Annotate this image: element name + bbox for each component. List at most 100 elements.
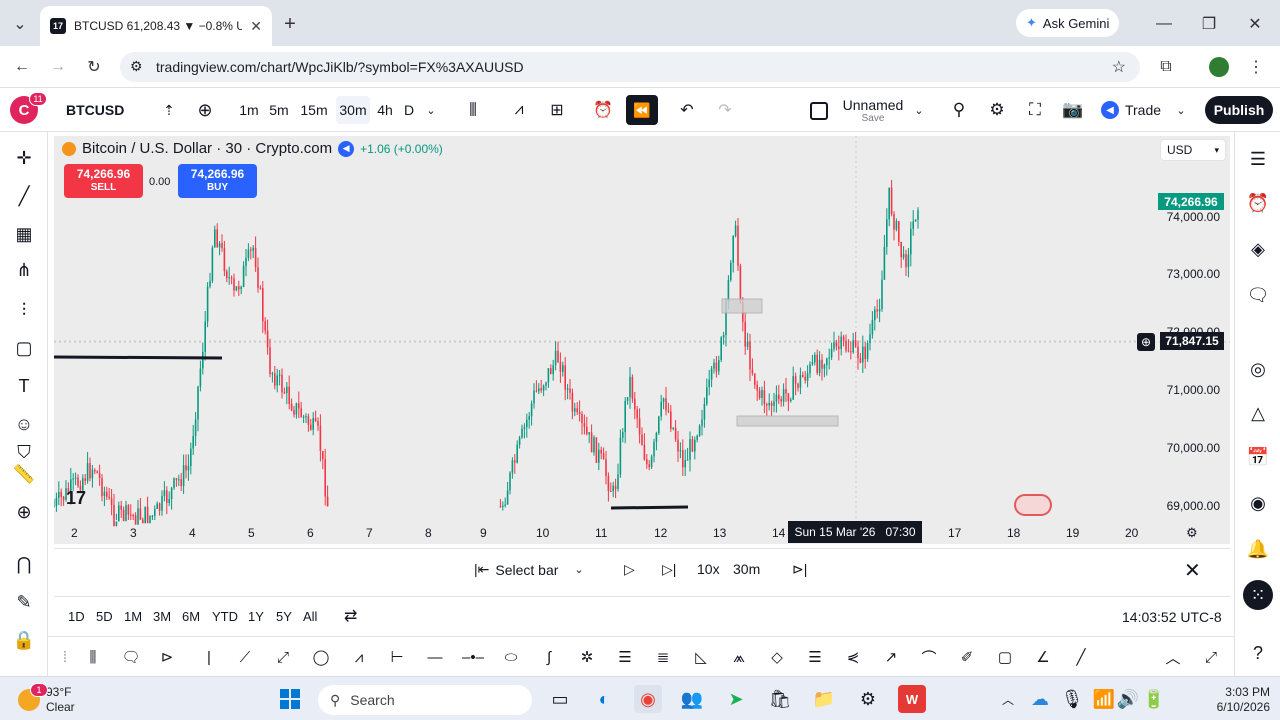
- quick-search-icon[interactable]: ⚲: [946, 96, 972, 124]
- regression-icon[interactable]: ⋞: [840, 645, 866, 669]
- apps-grid-icon[interactable]: ⁙: [1243, 580, 1273, 610]
- replay-step-interval-button[interactable]: 30m: [733, 561, 760, 577]
- range-5d[interactable]: 5D: [96, 609, 113, 624]
- trend-line-icon[interactable]: ╱: [10, 182, 38, 210]
- add-alert-plus-icon[interactable]: ⊕: [1137, 333, 1155, 351]
- replay-rewind-icon[interactable]: ⏪: [626, 95, 658, 125]
- select-bar-button[interactable]: |⇤ Select bar ⌄: [474, 561, 584, 578]
- range-ytd[interactable]: YTD: [212, 609, 238, 624]
- tradingview-logo-icon[interactable]: 17: [66, 488, 86, 509]
- window-minimize-icon[interactable]: —: [1150, 10, 1178, 38]
- profile-avatar[interactable]: [1209, 57, 1229, 77]
- browser-tab-tradingview[interactable]: 17 BTCUSD 61,208.43 ▼ −0.8% Un ✕: [40, 6, 272, 46]
- layers-icon[interactable]: ◈: [1243, 234, 1273, 264]
- broadcast-icon[interactable]: ◉: [1243, 488, 1273, 518]
- edge-browser-icon[interactable]: ◐: [590, 685, 618, 713]
- expand-panel-icon[interactable]: ⤢: [1198, 645, 1224, 669]
- xabcd-pattern-icon[interactable]: ⩕: [726, 645, 752, 669]
- indicators-icon[interactable]: ⩘: [506, 96, 532, 124]
- path-icon[interactable]: ⩘: [346, 645, 372, 669]
- timezone-clock[interactable]: 14:03:52 UTC-8: [1122, 609, 1222, 625]
- zoom-in-icon[interactable]: ⊕: [10, 498, 38, 526]
- chrome-browser-icon[interactable]: ◉: [634, 685, 662, 713]
- windows-start-icon[interactable]: [276, 685, 304, 713]
- fullscreen-icon[interactable]: ⛶: [1022, 96, 1048, 124]
- interval-1m[interactable]: 1m: [236, 96, 262, 124]
- volume-icon[interactable]: 🔊: [1114, 685, 1142, 713]
- interval-4h[interactable]: 4h: [372, 96, 398, 124]
- ideas-triangle-icon[interactable]: △: [1243, 398, 1273, 428]
- drag-handle-icon[interactable]: ⁞: [52, 645, 78, 669]
- taskbar-search[interactable]: ⚲ Search: [318, 685, 532, 715]
- collapse-toolbar-chevron-icon[interactable]: ︿: [1160, 645, 1186, 669]
- callout-icon[interactable]: 🗨: [118, 645, 144, 669]
- alerts-clock-icon[interactable]: ⏰: [1243, 188, 1273, 218]
- window-restore-icon[interactable]: ❐: [1195, 10, 1223, 38]
- extended-line-icon[interactable]: ╱: [1068, 645, 1094, 669]
- ray-icon[interactable]: ⤢: [270, 645, 296, 669]
- extensions-puzzle-icon[interactable]: ⧉: [1152, 53, 1180, 81]
- range-3m[interactable]: 3M: [153, 609, 171, 624]
- date-range-calendar-icon[interactable]: ⇄: [344, 606, 357, 626]
- new-tab-button[interactable]: +: [276, 10, 304, 38]
- vertical-line-icon[interactable]: |: [196, 645, 222, 669]
- sell-button[interactable]: 74,266.96 SELL: [64, 164, 143, 198]
- currency-select[interactable]: USD ▾: [1160, 139, 1226, 161]
- fib-grid-icon[interactable]: ▦: [10, 220, 38, 248]
- parallel-channel-icon[interactable]: ☰: [802, 645, 828, 669]
- interval-30m-active[interactable]: 30m: [336, 96, 370, 124]
- teams-icon[interactable]: 👥: [678, 685, 706, 713]
- patterns-icon[interactable]: ⫶: [10, 296, 38, 324]
- fib-retracement-icon[interactable]: ☰: [612, 645, 638, 669]
- bookmark-star-icon[interactable]: ☆: [1112, 57, 1126, 77]
- candles-type-icon[interactable]: ⫴: [460, 96, 486, 124]
- store-icon[interactable]: 🛍: [766, 685, 794, 713]
- compare-symbol-icon[interactable]: ⇡: [158, 96, 180, 124]
- calendar-icon[interactable]: 📅: [1243, 442, 1273, 472]
- browser-menu-kebab-icon[interactable]: ⋮: [1242, 53, 1270, 81]
- jump-to-realtime-icon[interactable]: ⊳|: [792, 561, 807, 578]
- brush-icon[interactable]: ✲: [574, 645, 600, 669]
- ruler-icon[interactable]: 📏: [10, 460, 38, 488]
- interval-d[interactable]: D: [400, 96, 418, 124]
- legend-title[interactable]: Bitcoin / U.S. Dollar · 30 · Crypto.com: [82, 140, 332, 157]
- horizontal-ray-icon[interactable]: —: [422, 645, 448, 669]
- chat-icon[interactable]: 🗨: [1243, 280, 1273, 310]
- rectangle-shape-icon[interactable]: ▢: [10, 334, 38, 362]
- arc-icon[interactable]: ⌒: [916, 645, 942, 669]
- ask-gemini-button[interactable]: ✦ Ask Gemini: [1016, 9, 1120, 37]
- app-arrow-icon[interactable]: ➤: [722, 685, 750, 713]
- range-all[interactable]: All: [303, 609, 317, 624]
- close-replay-icon[interactable]: ✕: [1184, 558, 1201, 583]
- target-icon[interactable]: ◎: [1243, 354, 1273, 384]
- trade-dropdown-chevron-icon[interactable]: ⌄: [1172, 96, 1190, 124]
- snapshot-camera-icon[interactable]: 📷: [1060, 96, 1086, 124]
- interval-dropdown-chevron-icon[interactable]: ⌄: [422, 96, 440, 124]
- rotated-rectangle-icon[interactable]: ◇: [764, 645, 790, 669]
- wps-office-icon[interactable]: W: [898, 685, 926, 713]
- text-tool-icon[interactable]: T: [10, 372, 38, 400]
- watchlist-icon[interactable]: ☰: [1243, 144, 1273, 174]
- forward-arrow-icon[interactable]: →: [44, 53, 72, 81]
- pitchfan-icon[interactable]: ⊳: [154, 645, 180, 669]
- add-symbol-plus-icon[interactable]: ⊕: [194, 96, 216, 124]
- interval-5m[interactable]: 5m: [266, 96, 292, 124]
- horizontal-line-icon[interactable]: –•–: [460, 645, 486, 669]
- gann-fan-icon[interactable]: ∠: [1030, 645, 1056, 669]
- app-gear-icon[interactable]: ⚙: [854, 685, 882, 713]
- help-question-icon[interactable]: ?: [1243, 638, 1273, 668]
- fib-extension-icon[interactable]: ≣: [650, 645, 676, 669]
- highlighter-icon[interactable]: ✐: [954, 645, 980, 669]
- buy-button[interactable]: 74,266.96 BUY: [178, 164, 257, 198]
- economic-events-flags-icon[interactable]: [1014, 494, 1052, 516]
- templates-grid-icon[interactable]: ⊞: [544, 96, 570, 124]
- undo-arrow-icon[interactable]: ↶: [674, 96, 700, 124]
- layout-name-button[interactable]: Unnamed Save: [842, 98, 904, 126]
- curve-icon[interactable]: ∫: [536, 645, 562, 669]
- trade-button[interactable]: ◀ Trade: [1100, 96, 1162, 124]
- emoji-icon[interactable]: ☺: [10, 410, 38, 438]
- range-1d[interactable]: 1D: [68, 609, 85, 624]
- ellipse-icon[interactable]: ⬭: [498, 645, 524, 669]
- range-1y[interactable]: 1Y: [248, 609, 264, 624]
- task-view-icon[interactable]: ▭: [546, 685, 574, 713]
